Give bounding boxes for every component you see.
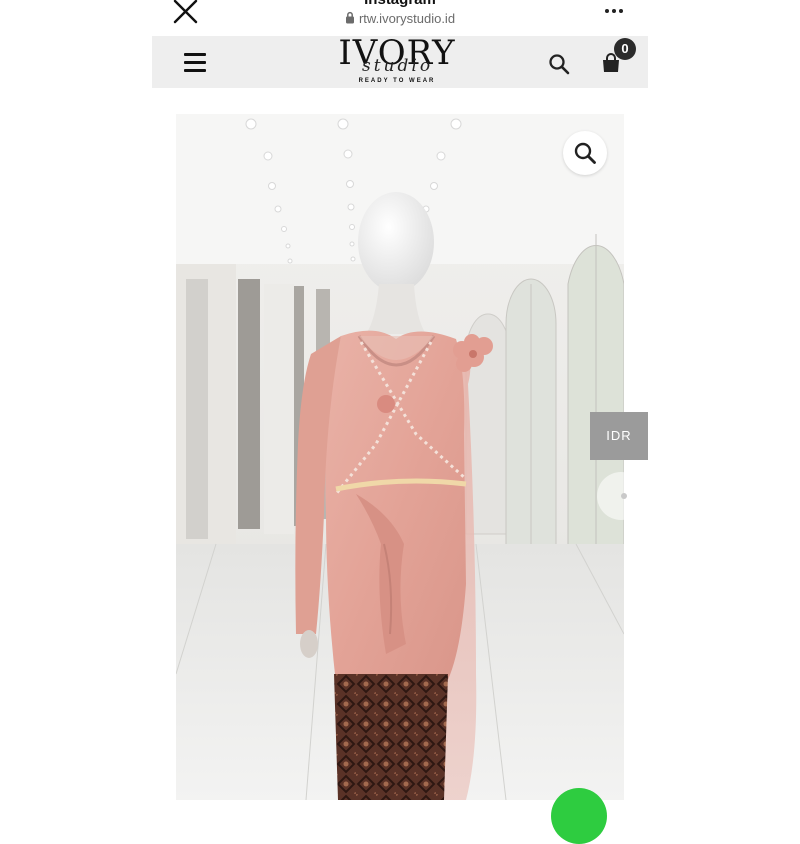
logo-script: studio [362, 56, 434, 76]
cart-count-badge: 0 [614, 38, 636, 60]
product-image[interactable] [176, 114, 624, 800]
more-options-button[interactable] [600, 4, 630, 18]
zoom-button[interactable] [563, 131, 607, 175]
more-icon [605, 9, 623, 13]
url-text: rtw.ivorystudio.id [358, 11, 456, 26]
lock-icon [345, 11, 354, 24]
currency-switcher-button[interactable]: IDR [590, 412, 648, 460]
carousel-dot [621, 493, 627, 499]
carousel-next-button[interactable] [597, 472, 645, 520]
search-icon [549, 54, 570, 75]
zoom-icon [574, 142, 596, 164]
app-title: Instagram [0, 0, 800, 8]
product-photo-illustration [176, 114, 624, 800]
hamburger-menu-button[interactable] [182, 52, 208, 74]
site-logo[interactable]: IVORY studio READY TO WEAR [332, 36, 462, 88]
search-button[interactable] [547, 52, 571, 76]
whatsapp-chat-icon [551, 789, 607, 801]
url-bar[interactable]: rtw.ivorystudio.id [0, 11, 800, 26]
logo-tagline: READY TO WEAR [358, 78, 436, 84]
whatsapp-chat-button[interactable] [551, 788, 607, 844]
site-header: IVORY studio READY TO WEAR 0 [152, 36, 648, 88]
browser-bar: Instagram rtw.ivorystudio.id [0, 0, 800, 34]
